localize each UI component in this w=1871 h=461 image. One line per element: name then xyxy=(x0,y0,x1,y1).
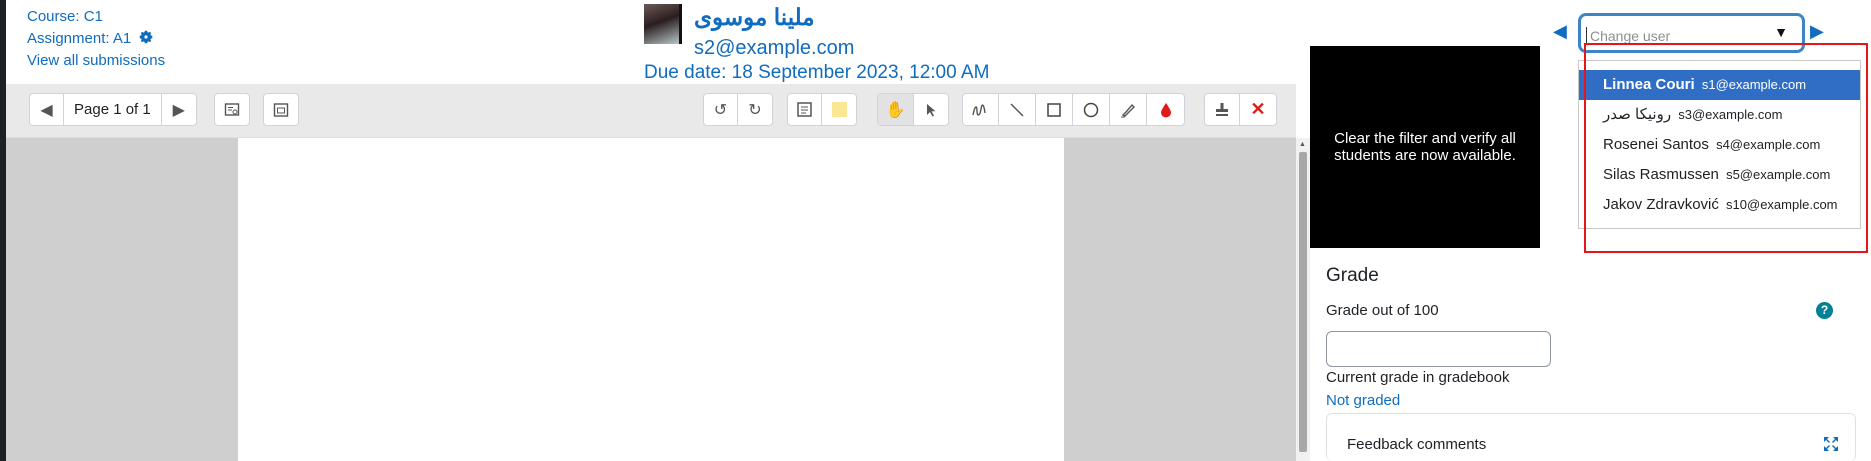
stamp-group: ✕ xyxy=(1204,93,1277,126)
search-comments-group xyxy=(214,93,250,126)
next-page-icon[interactable]: ▶ xyxy=(162,94,196,125)
course-info: Course: C1 Assignment: A1 View all submi… xyxy=(27,6,165,72)
page-navigation: ◀ Page 1 of 1 ▶ xyxy=(29,93,197,126)
change-user-dropdown: Linnea Couri s1@example.com رونیکا صدر s… xyxy=(1578,60,1861,229)
user-option-name: Rosenei Santos xyxy=(1603,136,1709,153)
drawing-tools-group xyxy=(962,93,1185,126)
course-link[interactable]: Course: C1 xyxy=(27,8,103,25)
user-option-email: s1@example.com xyxy=(1701,77,1807,92)
user-email: s2@example.com xyxy=(694,37,855,59)
user-option-email: s10@example.com xyxy=(1726,197,1838,212)
grade-input[interactable] xyxy=(1326,331,1551,367)
user-option[interactable]: Jakov Zdravković s10@example.com xyxy=(1579,190,1860,220)
rotate-left-icon[interactable]: ↺ xyxy=(704,94,738,125)
previous-page-icon[interactable]: ◀ xyxy=(30,94,64,125)
view-all-submissions-link[interactable]: View all submissions xyxy=(27,52,165,69)
rectangle-icon[interactable] xyxy=(1036,94,1073,125)
grade-out-of-label: Grade out of 100 xyxy=(1326,302,1439,319)
rotate-right-icon[interactable]: ↻ xyxy=(738,94,772,125)
rotate-group: ↺ ↻ xyxy=(703,93,773,126)
comment-icon[interactable] xyxy=(788,94,822,125)
instruction-overlay: Clear the filter and verify all students… xyxy=(1310,46,1540,248)
stamp-icon[interactable] xyxy=(1205,94,1240,125)
current-grade-label: Current grade in gradebook xyxy=(1326,369,1510,386)
select-arrow-icon[interactable] xyxy=(914,94,948,125)
user-option-name: Silas Rasmussen xyxy=(1603,166,1719,183)
scrollbar-thumb[interactable] xyxy=(1299,152,1307,452)
select-group: ✋ xyxy=(877,93,949,126)
help-icon[interactable]: ? xyxy=(1816,302,1833,319)
user-option[interactable]: Rosenei Santos s4@example.com xyxy=(1579,130,1860,160)
change-user-placeholder: Change user xyxy=(1590,28,1671,44)
user-name[interactable]: ملينا موسوی xyxy=(694,4,815,31)
user-option-email: s3@example.com xyxy=(1678,107,1783,122)
feedback-comments-section: Feedback comments xyxy=(1326,413,1856,461)
highlighter-icon[interactable] xyxy=(1110,94,1147,125)
search-comments-icon[interactable] xyxy=(215,94,249,125)
document-scrollbar[interactable]: ▲ xyxy=(1296,138,1310,461)
line-icon[interactable] xyxy=(999,94,1036,125)
text-caret xyxy=(1586,27,1587,44)
pen-icon[interactable] xyxy=(963,94,999,125)
delete-annotation-icon[interactable]: ✕ xyxy=(1240,94,1276,125)
expand-group xyxy=(263,93,299,126)
not-graded-link[interactable]: Not graded xyxy=(1326,392,1400,409)
due-date: Due date: 18 September 2023, 12:00 AM xyxy=(644,62,990,83)
color-drop-icon[interactable] xyxy=(1147,94,1184,125)
instruction-text: Clear the filter and verify all students… xyxy=(1334,130,1516,164)
avatar xyxy=(644,4,682,44)
change-user-select[interactable]: Change user ▼ xyxy=(1578,13,1805,53)
user-option[interactable]: Linnea Couri s1@example.com xyxy=(1579,70,1860,100)
gear-icon[interactable] xyxy=(138,29,154,45)
expand-comments-icon[interactable] xyxy=(264,94,298,125)
user-option-email: s4@example.com xyxy=(1716,137,1821,152)
comment-group xyxy=(787,93,857,126)
user-option[interactable]: رونیکا صدر s3@example.com xyxy=(1579,100,1860,130)
previous-user-icon[interactable]: ◀ xyxy=(1553,21,1567,42)
annotation-toolbar: ◀ Page 1 of 1 ▶ ↺ ↻ ✋ ✕ xyxy=(6,84,1296,138)
expand-icon[interactable] xyxy=(1823,436,1839,452)
oval-icon[interactable] xyxy=(1073,94,1110,125)
chevron-down-icon[interactable]: ▼ xyxy=(1774,24,1788,40)
scroll-up-icon[interactable]: ▲ xyxy=(1299,141,1306,148)
assignment-link[interactable]: Assignment: A1 xyxy=(27,30,131,47)
grade-heading: Grade xyxy=(1326,265,1379,286)
user-option[interactable]: Silas Rasmussen s5@example.com xyxy=(1579,160,1860,190)
feedback-comments-label: Feedback comments xyxy=(1347,436,1487,453)
user-option-name: Linnea Couri xyxy=(1603,76,1695,93)
page-label[interactable]: Page 1 of 1 xyxy=(64,94,162,125)
pdf-page[interactable] xyxy=(238,138,1064,461)
comment-color-swatch[interactable] xyxy=(822,94,856,125)
document-viewer[interactable] xyxy=(6,138,1296,461)
user-option-email: s5@example.com xyxy=(1726,167,1831,182)
user-option-name: رونیکا صدر xyxy=(1603,106,1672,123)
pan-hand-icon[interactable]: ✋ xyxy=(878,94,914,125)
next-user-icon[interactable]: ▶ xyxy=(1810,21,1824,42)
user-option-name: Jakov Zdravković xyxy=(1603,196,1719,213)
